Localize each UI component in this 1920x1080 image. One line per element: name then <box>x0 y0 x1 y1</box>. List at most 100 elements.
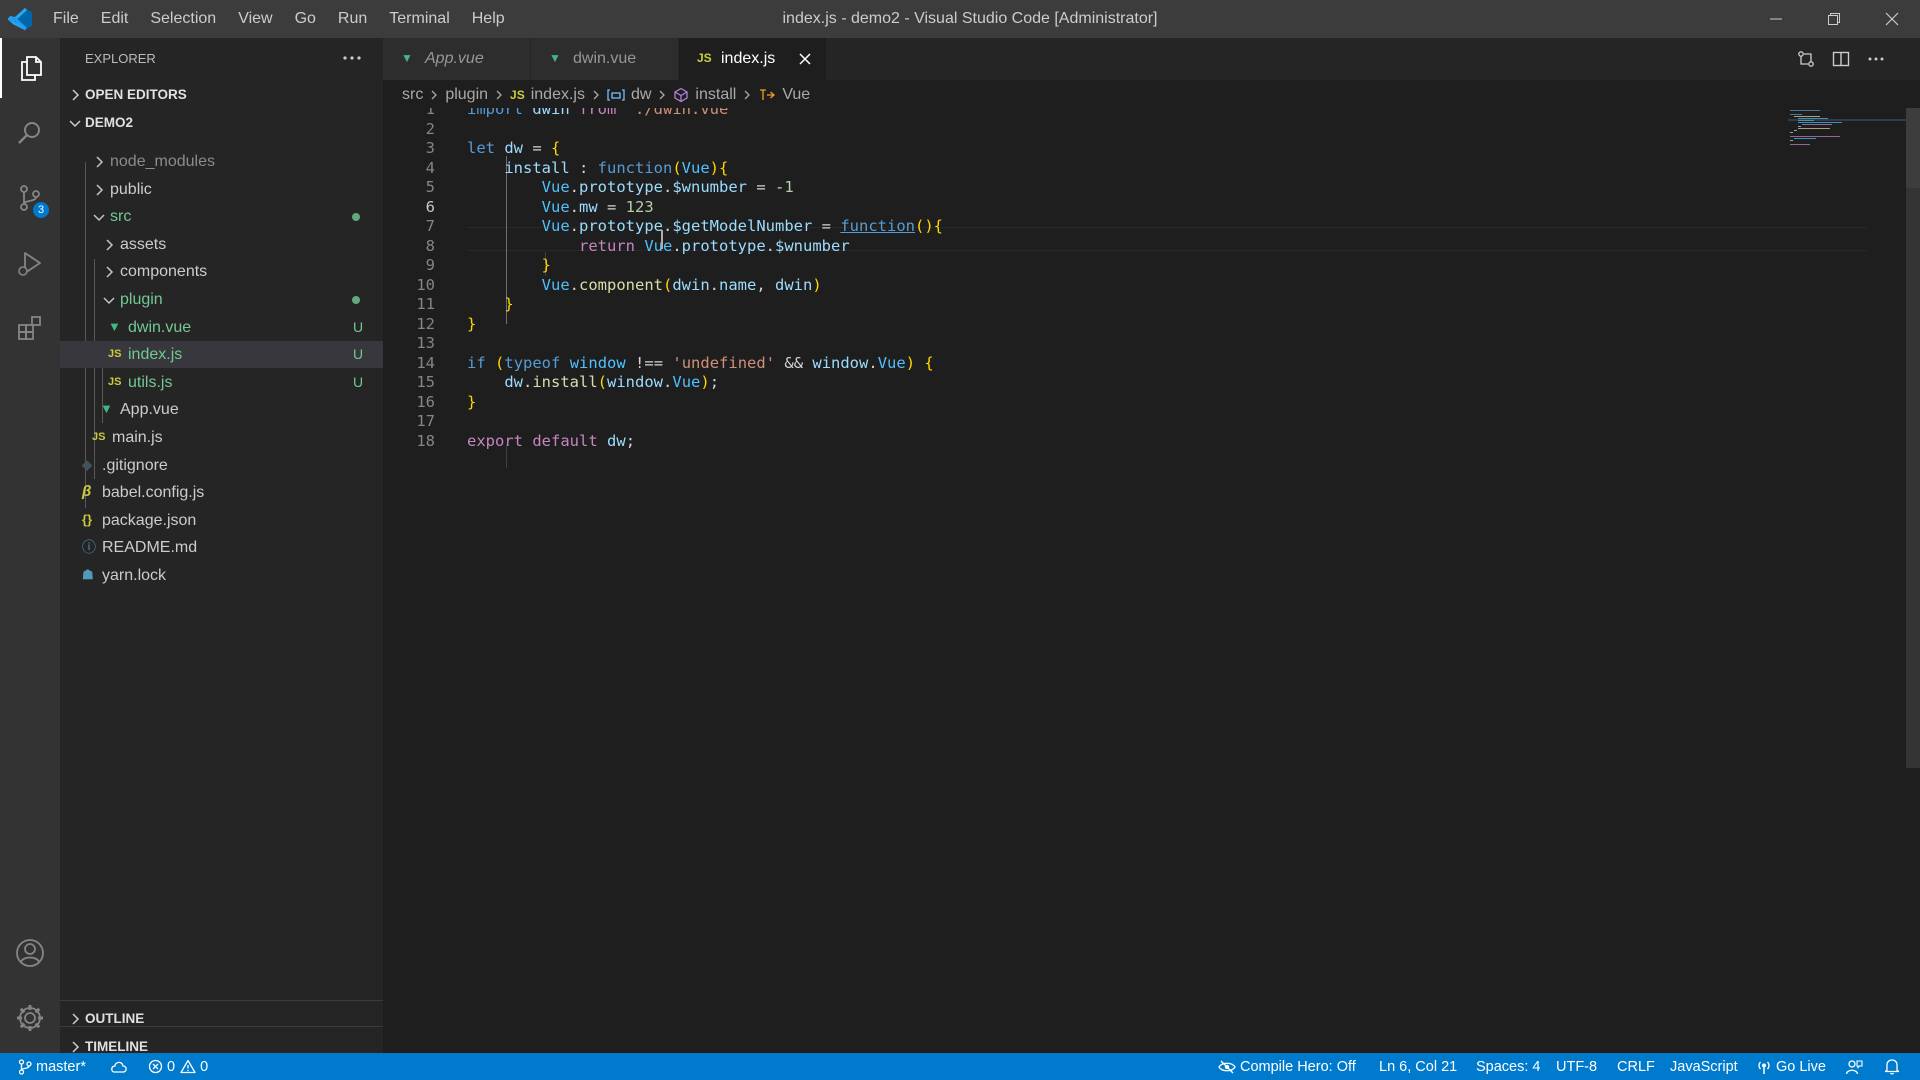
tree-item-label: App.vue <box>120 401 179 418</box>
feedback-icon <box>1845 1059 1863 1074</box>
outline-section[interactable]: OUTLINE <box>60 1006 383 1032</box>
extensions-activity-button[interactable] <box>0 298 60 358</box>
tree-item-gitignore[interactable]: ◆ .gitignore <box>60 452 383 479</box>
breadcrumb-src[interactable]: src <box>402 86 423 104</box>
breadcrumb-file[interactable]: index.js <box>531 86 585 104</box>
menu-file[interactable]: File <box>42 0 90 38</box>
tree-item-package-json[interactable]: {} package.json <box>60 507 383 534</box>
more-icon <box>343 56 361 60</box>
vertical-scrollbar[interactable] <box>1906 188 1920 768</box>
branch-name: master* <box>36 1058 86 1075</box>
minimap[interactable] <box>1788 108 1906 188</box>
tab-dwin-vue[interactable]: ▼ dwin.vue <box>531 38 679 80</box>
account-icon <box>16 939 44 967</box>
tree-item-public[interactable]: public <box>60 176 383 203</box>
sync-cloud-icon <box>111 1061 127 1073</box>
indentation-status[interactable]: Spaces: 4 <box>1476 1053 1541 1080</box>
menu-terminal[interactable]: Terminal <box>378 0 460 38</box>
encoding: UTF-8 <box>1556 1058 1598 1075</box>
menu-help[interactable]: Help <box>461 0 516 38</box>
accounts-activity-button[interactable] <box>0 923 60 983</box>
tree-item-src[interactable]: src <box>60 203 383 230</box>
go-live-label: Go Live <box>1776 1058 1826 1075</box>
menu-selection[interactable]: Selection <box>139 0 227 38</box>
sync-button[interactable] <box>110 1053 132 1080</box>
tree-item-label: yarn.lock <box>102 567 167 584</box>
tree-item-readme-md[interactable]: ⓘ README.md <box>60 534 383 561</box>
tree-item-utils-js[interactable]: JS utils.js U <box>60 369 383 396</box>
editor-more-actions-button[interactable] <box>1864 48 1888 70</box>
run-debug-activity-button[interactable] <box>0 233 60 293</box>
branch-status[interactable]: master* <box>18 1053 86 1080</box>
js-file-icon: JS <box>108 376 122 388</box>
tab-index-js[interactable]: JS index.js <box>679 38 827 80</box>
problems-status[interactable]: 0 0 <box>148 1053 208 1080</box>
run-debug-icon <box>18 252 41 276</box>
explorer-more-actions-button[interactable] <box>340 48 364 68</box>
breadcrumb-symbol-install[interactable]: install <box>695 86 736 104</box>
menu-view[interactable]: View <box>227 0 283 38</box>
tree-item-dwin-vue[interactable]: ▼ dwin.vue U <box>60 314 383 341</box>
more-icon <box>1868 57 1884 61</box>
breadcrumb-symbol-dw[interactable]: dw <box>631 86 651 104</box>
tree-item-components[interactable]: components <box>60 258 383 285</box>
tree-item-label: index.js <box>128 346 183 363</box>
encoding-status[interactable]: UTF-8 <box>1556 1053 1597 1080</box>
notifications-button[interactable] <box>1884 1053 1904 1080</box>
chevron-down-icon <box>69 120 81 128</box>
code-editor[interactable]: 1 import dwin from "./dwin.vue" 2 3 let dw =… <box>383 108 1920 1053</box>
menu-edit[interactable]: Edit <box>90 0 140 38</box>
chevron-right-icon <box>72 1013 80 1025</box>
tree-item-index-js[interactable]: JS index.js U <box>60 341 383 368</box>
search-activity-button[interactable] <box>0 103 60 163</box>
modified-indicator <box>352 296 360 304</box>
cursor-position-status[interactable]: Ln 6, Col 21 <box>1379 1053 1457 1080</box>
restore-icon <box>1828 13 1840 25</box>
open-editors-section[interactable]: OPEN EDITORS <box>60 82 383 108</box>
close-window-button[interactable] <box>1864 0 1920 38</box>
broadcast-icon <box>1758 1061 1770 1074</box>
tree-item-app-vue[interactable]: ▼ App.vue <box>60 396 383 423</box>
warning-icon <box>180 1059 196 1074</box>
menu-bar: File Edit Selection View Go Run Terminal… <box>42 0 516 38</box>
minimize-button[interactable] <box>1748 0 1804 38</box>
tree-item-babel-config-js[interactable]: β babel.config.js <box>60 479 383 506</box>
tab-app-vue[interactable]: ▼ App.vue <box>383 38 531 80</box>
tree-item-plugin[interactable]: plugin <box>60 286 383 313</box>
menu-go[interactable]: Go <box>284 0 327 38</box>
compare-changes-icon <box>1798 51 1814 67</box>
feedback-button[interactable] <box>1845 1053 1867 1080</box>
window-title: index.js - demo2 - Visual Studio Code [A… <box>782 10 1158 27</box>
git-file-icon: ◆ <box>82 457 92 472</box>
method-icon <box>674 87 689 103</box>
tab-label: App.vue <box>425 50 484 67</box>
split-editor-button[interactable] <box>1829 48 1853 70</box>
tree-item-node-modules[interactable]: node_modules <box>60 148 383 175</box>
language-mode-status[interactable]: JavaScript <box>1670 1053 1738 1080</box>
manage-activity-button[interactable] <box>0 988 60 1048</box>
restore-button[interactable] <box>1806 0 1862 38</box>
tab-label: index.js <box>721 50 776 67</box>
tree-item-main-js[interactable]: JS main.js <box>60 424 383 451</box>
breadcrumb-plugin[interactable]: plugin <box>445 86 488 104</box>
close-icon <box>799 53 811 65</box>
tab-label: dwin.vue <box>573 50 637 67</box>
tree-item-yarn-lock[interactable]: ☗ yarn.lock <box>60 562 383 589</box>
js-file-icon: JS <box>697 51 712 65</box>
go-live-button[interactable]: Go Live <box>1756 1053 1826 1080</box>
chevron-down-icon <box>103 297 115 305</box>
open-changes-button[interactable] <box>1794 48 1818 70</box>
project-section[interactable]: DEMO2 <box>60 110 383 136</box>
tree-item-label: assets <box>120 236 167 253</box>
chevron-right-icon <box>106 266 114 278</box>
breadcrumb-symbol-vue[interactable]: Vue <box>782 86 810 104</box>
tree-item-assets[interactable]: assets <box>60 231 383 258</box>
yarn-file-icon: ☗ <box>82 567 94 582</box>
close-tab-button[interactable] <box>797 51 813 67</box>
explorer-activity-button[interactable] <box>0 38 60 98</box>
eol-status[interactable]: CRLF <box>1617 1053 1655 1080</box>
minimap-slider[interactable] <box>1906 108 1920 188</box>
compile-hero-status[interactable]: Compile Hero: Off <box>1218 1053 1356 1080</box>
menu-run[interactable]: Run <box>327 0 378 38</box>
source-control-activity-button[interactable]: 3 <box>0 168 60 228</box>
